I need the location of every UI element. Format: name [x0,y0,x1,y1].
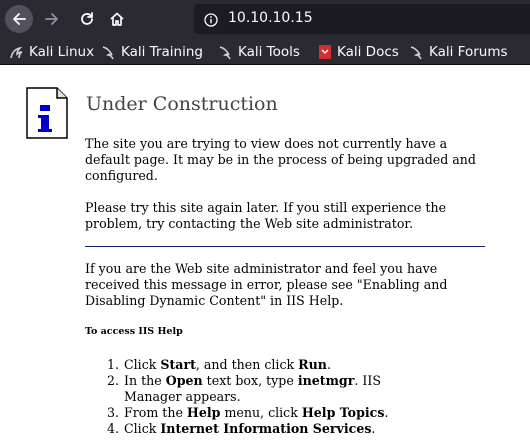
retry-paragraph: Please try this site again later. If you… [85,200,447,231]
forward-button[interactable] [38,5,66,33]
bookmark-label: Kali Tools [238,44,300,60]
kali-dragon-icon [219,44,233,60]
bookmark-kali-docs[interactable]: Kali Docs [318,42,399,62]
list-item: 4. Click Internet Information Services. [107,421,376,436]
intro-paragraph: The site you are trying to view does not… [85,136,476,183]
bookmark-kali-forums[interactable]: Kali Forums [410,42,508,62]
bookmark-kali-training[interactable]: Kali Training [102,42,203,62]
reload-icon [81,12,93,25]
bookmark-kali-tools[interactable]: Kali Tools [219,42,300,62]
kali-docs-icon [318,44,332,60]
arrow-right-icon [45,13,58,25]
admin-paragraph: If you are the Web site administrator an… [85,261,448,308]
divider [85,246,485,247]
bookmarks-toolbar: Kali Linux Kali Training Kali Tools Kali… [0,38,530,65]
url-bar[interactable]: 10.10.10.15 [194,4,530,34]
page-content: Under Construction The site you are tryi… [0,66,530,443]
list-item: 1. Click Start, and then click Run. [107,357,331,372]
bookmark-label: Kali Training [121,44,203,60]
bookmark-label: Kali Docs [337,44,399,60]
bookmark-label: Kali Forums [429,44,508,60]
help-steps-list: 1. Click Start, and then click Run. 2. In … [107,357,437,437]
page-title: Under Construction [86,93,278,115]
back-button[interactable] [5,5,33,33]
list-item: 2. In the Open text box, type inetmgr. II… [107,373,381,404]
arrow-left-icon [13,13,26,25]
help-heading: To access IIS Help [85,326,183,337]
browser-toolbar: 10.10.10.15 [0,0,530,38]
kali-dragon-icon [410,44,424,60]
reload-button[interactable] [73,5,101,33]
home-button[interactable] [103,5,131,33]
kali-dragon-icon [10,44,24,60]
list-item: 3. From the Help menu, click Help Topics. [107,405,389,420]
info-document-icon [24,85,70,145]
site-info-icon[interactable] [204,12,218,31]
bookmark-kali-linux[interactable]: Kali Linux [10,42,94,62]
kali-dragon-icon [102,44,116,60]
home-icon [110,12,124,26]
bookmark-label: Kali Linux [29,44,95,60]
url-text[interactable]: 10.10.10.15 [228,10,313,26]
